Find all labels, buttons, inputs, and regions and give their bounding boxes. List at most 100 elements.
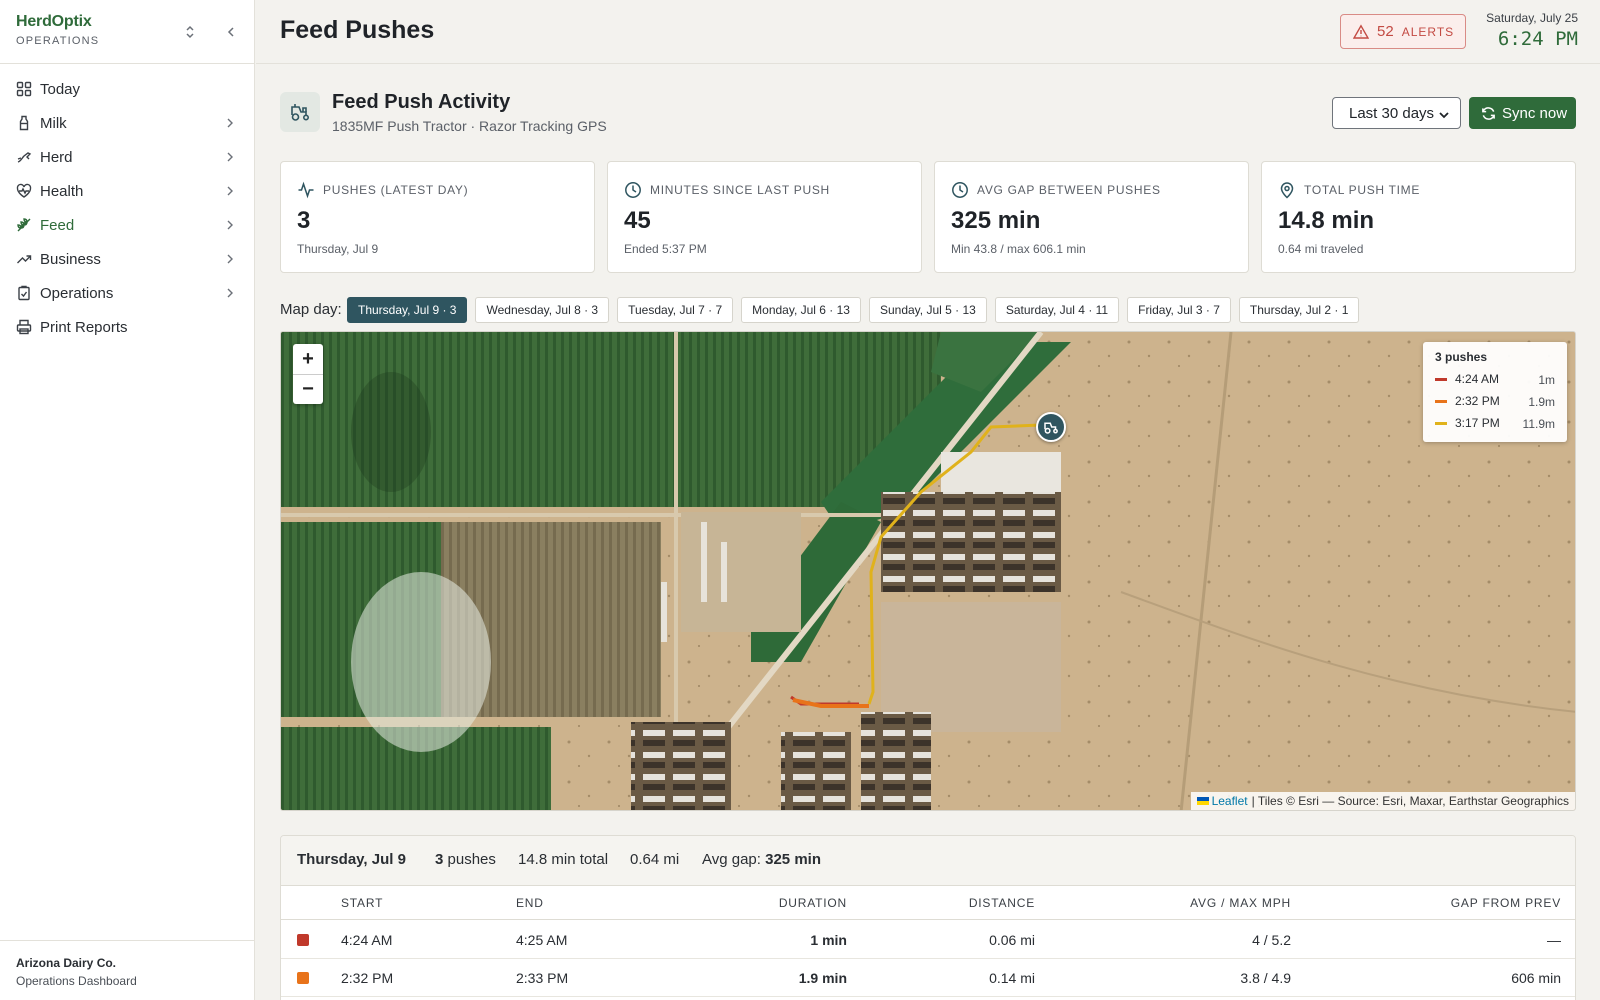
legend-swatch [1435, 421, 1447, 425]
cell-distance: 0.14 mi [989, 970, 1035, 986]
zoom-out-button[interactable]: − [293, 374, 323, 404]
map-day-chip[interactable]: Thursday, Jul 2 · 1 [1238, 297, 1360, 323]
sidebar: HerdOptix OPERATIONS Today Milk Herd Hea… [0, 0, 255, 1000]
nav-label: Health [40, 182, 84, 200]
cell-mph: 3.8 / 4.9 [1240, 970, 1291, 986]
map-day-chip[interactable]: Tuesday, Jul 7 · 7 [617, 297, 734, 323]
stat-value: 325 min [951, 207, 1041, 234]
map-day-chip[interactable]: Friday, Jul 3 · 7 [1127, 297, 1231, 323]
stat-value: 45 [624, 207, 651, 234]
map-legend: 3 pushes 4:24 AM 1m 2:32 PM 1.9m 3:17 PM… [1423, 342, 1567, 442]
alerts-button[interactable]: 52 ALERTS [1340, 14, 1466, 49]
stat-card-minutes-since: MINUTES SINCE LAST PUSH 45 Ended 5:37 PM [607, 161, 922, 273]
page-title: Feed Pushes [280, 16, 435, 44]
nav-item-milk[interactable]: Milk [0, 106, 255, 140]
map-day-chip[interactable]: Saturday, Jul 4 · 11 [994, 297, 1120, 323]
activity-icon [297, 181, 315, 199]
stat-card-label: AVG GAP BETWEEN PUSHES [951, 181, 1161, 199]
day-detail-panel: Thursday, Jul 9 3 pushes 14.8 min total … [280, 835, 1576, 1000]
cell-gap: — [1547, 932, 1561, 948]
nav-item-operations[interactable]: Operations [0, 276, 255, 310]
legend-item: 4:24 AM 1m [1435, 368, 1555, 390]
refresh-icon [1481, 106, 1496, 121]
clock-icon [951, 181, 969, 199]
table-row[interactable]: 4:24 AM 4:25 AM 1 min 0.06 mi 4 / 5.2 — [281, 921, 1575, 959]
nav-item-print-reports[interactable]: Print Reports [0, 310, 255, 344]
page-header: Feed Pushes 52 ALERTS Saturday, July 25 … [256, 0, 1600, 64]
nav-item-today[interactable]: Today [0, 72, 255, 106]
heart-pulse-icon [16, 183, 32, 199]
date-range-value: Last 30 days [1349, 104, 1435, 122]
printer-icon [16, 319, 32, 335]
push-color-swatch [297, 972, 309, 984]
avg-gap-value: 325 min [765, 851, 821, 868]
stat-label: MINUTES SINCE LAST PUSH [650, 183, 830, 197]
nav-label: Today [40, 80, 81, 98]
org-info: Arizona Dairy Co. Operations Dashboard [0, 940, 255, 1000]
map-day-chip[interactable]: Thursday, Jul 9 · 3 [347, 297, 468, 323]
cow-icon [16, 149, 32, 165]
alerts-count: 52 [1377, 23, 1394, 40]
column-header-end[interactable]: END [516, 896, 544, 910]
stat-card-pushes: PUSHES (LATEST DAY) 3 Thursday, Jul 9 [280, 161, 595, 273]
workspace-switcher-icon[interactable] [180, 22, 200, 42]
legend-swatch [1435, 399, 1447, 403]
milk-bottle-icon [16, 115, 32, 131]
feed-push-map[interactable]: + − 3 pushes 4:24 AM 1m 2:32 PM 1.9m 3:1… [280, 331, 1576, 811]
stat-value: 14.8 min [1278, 207, 1375, 234]
column-header-mph[interactable]: AVG / MAX MPH [1190, 896, 1291, 910]
nav-item-business[interactable]: Business [0, 242, 255, 276]
pushes-label: pushes [447, 851, 496, 868]
main-nav: Today Milk Herd Health Feed Business Ope… [0, 72, 255, 344]
stat-subtext: Min 43.8 / max 606.1 min [951, 242, 1086, 256]
cell-gap: 606 min [1511, 970, 1561, 986]
sync-now-label: Sync now [1502, 104, 1568, 122]
stat-value: 3 [297, 207, 311, 234]
nav-label: Print Reports [40, 318, 128, 336]
table-row[interactable]: 2:32 PM 2:33 PM 1.9 min 0.14 mi 3.8 / 4.… [281, 959, 1575, 997]
map-day-chip[interactable]: Monday, Jul 6 · 13 [741, 297, 861, 323]
zoom-in-button[interactable]: + [293, 344, 323, 374]
nav-item-health[interactable]: Health [0, 174, 255, 208]
column-header-distance[interactable]: DISTANCE [969, 896, 1035, 910]
column-header-duration[interactable]: DURATION [779, 896, 847, 910]
column-header-gap[interactable]: GAP FROM PREV [1451, 896, 1561, 910]
day-summary-distance: 0.64 mi [630, 851, 680, 868]
stat-card-avg-gap: AVG GAP BETWEEN PUSHES 325 min Min 43.8 … [934, 161, 1249, 273]
stat-subtext: Ended 5:37 PM [624, 242, 707, 256]
chevron-right-icon [223, 218, 237, 232]
collapse-sidebar-icon[interactable] [221, 22, 241, 42]
date-range-select[interactable]: Last 30 days [1332, 97, 1461, 129]
section-subtitle: 1835MF Push Tractor · Razor Tracking GPS [332, 118, 607, 134]
sync-now-button[interactable]: Sync now [1469, 97, 1576, 129]
alerts-label: ALERTS [1401, 24, 1455, 39]
nav-label: Operations [40, 284, 114, 302]
table-header: START END DURATION DISTANCE AVG / MAX MP… [281, 886, 1575, 920]
satellite-imagery [281, 332, 1575, 810]
legend-title: 3 pushes [1435, 350, 1488, 364]
nav-label: Milk [40, 114, 67, 132]
clock-icon [624, 181, 642, 199]
wheat-icon [16, 217, 32, 233]
legend-duration: 1m [1538, 373, 1555, 387]
nav-label: Business [40, 250, 101, 268]
cell-duration: 1 min [810, 932, 847, 948]
cell-mph: 4 / 5.2 [1252, 932, 1291, 948]
legend-swatch [1435, 377, 1447, 381]
map-day-chip[interactable]: Sunday, Jul 5 · 13 [868, 297, 987, 323]
column-header-start[interactable]: START [341, 896, 383, 910]
leaflet-link[interactable]: Leaflet [1212, 794, 1248, 808]
chevron-right-icon [223, 150, 237, 164]
nav-item-feed[interactable]: Feed [0, 208, 255, 242]
current-time: 6:24 PM [1497, 28, 1578, 50]
map-day-chip[interactable]: Wednesday, Jul 8 · 3 [475, 297, 610, 323]
ukraine-flag-icon [1196, 797, 1209, 805]
section-title: Feed Push Activity [332, 91, 511, 113]
cell-end: 2:33 PM [516, 970, 569, 986]
legend-time: 3:17 PM [1455, 416, 1500, 430]
nav-item-herd[interactable]: Herd [0, 140, 255, 174]
map-day-chips: Thursday, Jul 9 · 3 Wednesday, Jul 8 · 3… [347, 297, 1367, 323]
legend-time: 4:24 AM [1455, 372, 1500, 386]
nav-label: Feed [40, 216, 75, 234]
tractor-location-marker[interactable] [1036, 412, 1066, 442]
